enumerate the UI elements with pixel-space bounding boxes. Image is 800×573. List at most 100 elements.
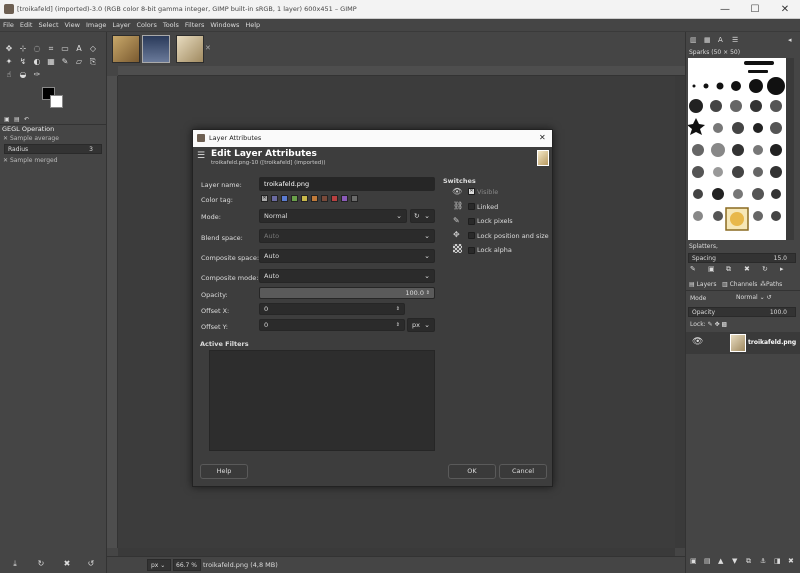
composite-space-select[interactable]: Auto ⌄ xyxy=(259,249,435,263)
eye-icon[interactable]: 👁 xyxy=(692,337,703,347)
menu-image[interactable]: Image xyxy=(83,19,109,32)
visible-checkbox[interactable]: ✕ xyxy=(468,188,475,195)
horizontal-scrollbar[interactable] xyxy=(118,548,675,556)
restore-preset-icon[interactable]: ↻ xyxy=(36,559,46,569)
mode-select[interactable]: Normal ⌄ xyxy=(259,209,407,223)
active-filters-list[interactable] xyxy=(209,350,435,451)
blend-space-select[interactable]: Auto ⌄ xyxy=(259,229,435,243)
color-tag-swatch[interactable] xyxy=(311,195,318,202)
new-group-icon[interactable]: ▤ xyxy=(704,557,711,565)
menu-view[interactable]: View xyxy=(62,19,83,32)
lock-alpha-checkbox[interactable] xyxy=(468,247,475,254)
no-color-tag-icon[interactable]: ✕ xyxy=(261,195,268,202)
document-tab-icon[interactable]: ☰ xyxy=(732,36,738,44)
refresh-brushes-icon[interactable]: ↻ xyxy=(762,265,768,273)
menu-help[interactable]: Help xyxy=(242,19,263,32)
brush-scrollbar[interactable] xyxy=(786,58,794,240)
menu-layer[interactable]: Layer xyxy=(109,19,133,32)
image-thumbnail[interactable] xyxy=(176,35,204,63)
menu-windows[interactable]: Windows xyxy=(207,19,242,32)
opacity-slider[interactable]: 100.0 ⇕ xyxy=(259,287,435,299)
radius-field[interactable]: Radius 3 xyxy=(4,144,102,154)
cancel-button[interactable]: Cancel xyxy=(499,464,547,479)
unit-select[interactable]: px ⌄ xyxy=(407,318,435,332)
brushes-tab-icon[interactable]: ▥ xyxy=(690,36,697,44)
close-button[interactable]: ✕ xyxy=(770,0,800,19)
layer-name-input[interactable]: troikafeld.png xyxy=(259,177,435,191)
mode-select[interactable]: Normal ⌄ ↺ xyxy=(736,294,772,301)
anchor-layer-icon[interactable]: ⚓ xyxy=(760,557,766,565)
unit-selector[interactable]: px ⌄ xyxy=(147,559,171,571)
delete-brush-icon[interactable]: ✖ xyxy=(744,265,750,273)
menu-tools[interactable]: Tools xyxy=(160,19,182,32)
move-tool-icon[interactable]: ✥ xyxy=(4,44,14,54)
dodge-burn-icon[interactable]: ◒ xyxy=(18,70,28,80)
save-preset-icon[interactable]: ⤓ xyxy=(10,559,20,569)
opacity-field[interactable]: Opacity 100.0 xyxy=(688,307,796,317)
new-brush-icon[interactable]: ▣ xyxy=(708,265,715,273)
color-tag-swatch[interactable] xyxy=(291,195,298,202)
paintbrush-icon[interactable]: ✎ xyxy=(60,57,70,67)
lower-layer-icon[interactable]: ▼ xyxy=(732,557,737,565)
layer-row[interactable]: 👁 troikafeld.png xyxy=(686,332,800,354)
tab-paths[interactable]: ⁂Paths xyxy=(760,281,782,288)
paint-bucket-icon[interactable]: ◐ xyxy=(32,57,42,67)
menu-colors[interactable]: Colors xyxy=(133,19,159,32)
eraser-icon[interactable]: ▱ xyxy=(74,57,84,67)
tab-channels[interactable]: ▥ Channels xyxy=(722,281,757,288)
text-tool-icon[interactable]: A xyxy=(74,44,84,54)
menu-edit[interactable]: Edit xyxy=(17,19,36,32)
offset-x-input[interactable]: 0 ⇕ xyxy=(259,303,405,315)
image-thumbnail[interactable] xyxy=(142,35,170,63)
new-layer-icon[interactable]: ▣ xyxy=(690,557,697,565)
zoom-selector[interactable]: 66.7 % xyxy=(173,559,201,571)
crop-tool-icon[interactable]: ⌗ xyxy=(46,44,56,54)
menu-filters[interactable]: Filters xyxy=(182,19,207,32)
mask-layer-icon[interactable]: ◨ xyxy=(774,557,781,565)
brush-grid[interactable] xyxy=(687,58,786,240)
color-tag-swatch[interactable] xyxy=(341,195,348,202)
delete-preset-icon[interactable]: ✖ xyxy=(62,559,72,569)
maximize-button[interactable]: ☐ xyxy=(740,0,770,19)
gradient-tool-icon[interactable]: ▦ xyxy=(46,57,56,67)
linked-checkbox[interactable] xyxy=(468,203,475,210)
duplicate-layer-icon[interactable]: ⧉ xyxy=(746,557,751,566)
color-tag-swatch[interactable] xyxy=(281,195,288,202)
offset-y-input[interactable]: 0 ⇕ xyxy=(259,319,405,331)
tool-options-tab-icon[interactable]: ▣ xyxy=(4,116,10,123)
color-tag-swatch[interactable] xyxy=(301,195,308,202)
align-tool-icon[interactable]: ⊹ xyxy=(18,44,28,54)
menu-file[interactable]: File xyxy=(0,19,17,32)
configure-tab-icon[interactable]: ◂ xyxy=(788,36,792,44)
ok-button[interactable]: OK xyxy=(448,464,496,479)
brush-menu-icon[interactable]: ▸ xyxy=(780,265,784,273)
lock-pixels-checkbox[interactable] xyxy=(468,218,475,225)
duplicate-brush-icon[interactable]: ⧉ xyxy=(726,265,731,274)
image-thumbnail[interactable] xyxy=(112,35,140,63)
free-select-icon[interactable]: ◌ xyxy=(32,44,42,54)
tab-layers[interactable]: ▤ Layers xyxy=(689,281,716,288)
clone-tool-icon[interactable]: ⎘ xyxy=(88,57,98,67)
vertical-scrollbar[interactable] xyxy=(675,76,685,548)
color-tag-swatch[interactable] xyxy=(351,195,358,202)
lock-pixels-icon[interactable]: ✎ xyxy=(708,321,713,328)
device-status-tab-icon[interactable]: ▤ xyxy=(14,116,20,123)
fonts-tab-icon[interactable]: A xyxy=(718,36,723,44)
spacing-field[interactable]: Spacing 15.0 xyxy=(688,253,796,263)
close-tab-icon[interactable]: ✕ xyxy=(205,44,211,52)
paths-tool-icon[interactable]: ✑ xyxy=(32,70,42,80)
color-tag-swatch[interactable] xyxy=(271,195,278,202)
sample-merged-option[interactable]: ✕ Sample merged xyxy=(3,157,58,164)
lock-position-checkbox[interactable] xyxy=(468,232,475,239)
transform-tool-icon[interactable]: ◇ xyxy=(88,44,98,54)
background-color[interactable] xyxy=(50,95,63,108)
delete-layer-icon[interactable]: ✖ xyxy=(788,557,794,565)
color-tag-swatch[interactable] xyxy=(321,195,328,202)
undo-history-tab-icon[interactable]: ↶ xyxy=(24,116,29,123)
sample-average-option[interactable]: ✕ Sample average xyxy=(3,135,59,142)
color-tag-swatch[interactable] xyxy=(331,195,338,202)
lock-position-icon[interactable]: ✥ xyxy=(715,321,720,328)
fuzzy-select-icon[interactable]: ✦ xyxy=(4,57,14,67)
patterns-tab-icon[interactable]: ▦ xyxy=(704,36,711,44)
smudge-tool-icon[interactable]: ☝ xyxy=(4,70,14,80)
